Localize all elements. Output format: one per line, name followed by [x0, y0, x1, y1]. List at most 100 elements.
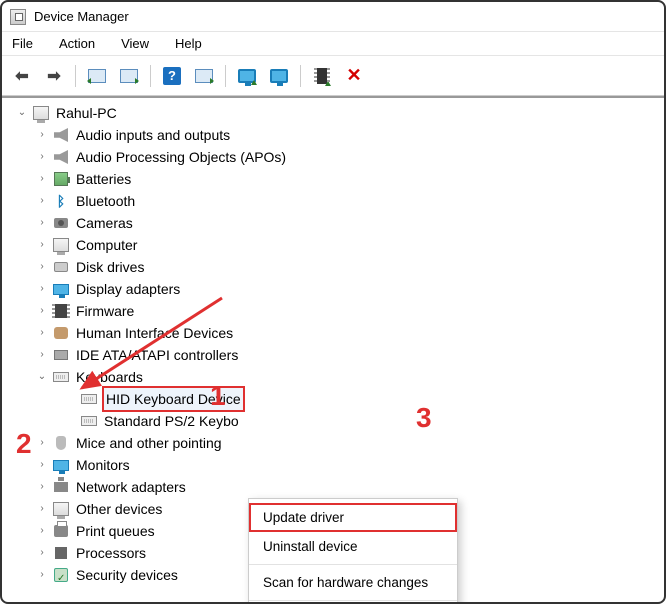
properties-icon: [195, 69, 213, 83]
camera-icon: [52, 215, 70, 231]
menu-action[interactable]: Action: [55, 34, 99, 53]
chevron-right-icon[interactable]: ›: [36, 432, 48, 454]
tree-item[interactable]: › IDE ATA/ATAPI controllers: [2, 344, 664, 366]
tree-item[interactable]: ›Audio inputs and outputs: [2, 124, 664, 146]
ctx-scan-hardware[interactable]: Scan for hardware changes: [249, 568, 457, 597]
display-icon: [52, 281, 70, 297]
device-manager-window: Device Manager File Action View Help ⬅ ➡…: [0, 0, 666, 604]
action-pane-icon: [120, 69, 138, 83]
tree-item[interactable]: › Batteries: [2, 168, 664, 190]
mouse-icon: [52, 435, 70, 451]
scan-hardware-button[interactable]: [265, 62, 293, 90]
tree-item-label: Bluetooth: [76, 190, 135, 212]
security-icon: [52, 567, 70, 583]
menu-help[interactable]: Help: [171, 34, 206, 53]
show-hide-action-button[interactable]: [115, 62, 143, 90]
tree-item-label: Batteries: [76, 168, 131, 190]
chevron-right-icon[interactable]: ›: [36, 322, 48, 344]
toolbar-separator: [300, 65, 301, 87]
tree-item[interactable]: ›Cameras: [2, 212, 664, 234]
tree-item[interactable]: ›Human Interface Devices: [2, 322, 664, 344]
tree-item[interactable]: › Display adapters: [2, 278, 664, 300]
show-hide-tree-button[interactable]: [83, 62, 111, 90]
chevron-right-icon[interactable]: ›: [36, 542, 48, 564]
chevron-down-icon[interactable]: ⌄: [16, 102, 28, 124]
context-menu: Update driver Uninstall device Scan for …: [248, 498, 458, 602]
tree-item[interactable]: ›ᛒBluetooth: [2, 190, 664, 212]
chevron-right-icon[interactable]: ›: [36, 212, 48, 234]
uninstall-button[interactable]: ✕: [340, 62, 368, 90]
chevron-down-icon[interactable]: ⌄: [36, 366, 48, 388]
hid-icon: [52, 325, 70, 341]
tree-item-label: Display adapters: [76, 278, 180, 300]
computer-icon: [32, 105, 50, 121]
chevron-right-icon[interactable]: ›: [36, 234, 48, 256]
tree-item[interactable]: ›Monitors: [2, 454, 664, 476]
ctx-uninstall-device[interactable]: Uninstall device: [249, 532, 457, 561]
chevron-right-icon[interactable]: ›: [36, 256, 48, 278]
processor-icon: [52, 545, 70, 561]
chevron-right-icon[interactable]: ›: [36, 476, 48, 498]
titlebar: Device Manager: [2, 2, 664, 32]
toolbar: ⬅ ➡ ? ✕: [2, 56, 664, 96]
chevron-right-icon[interactable]: ›: [36, 498, 48, 520]
tree-item-hid-keyboard[interactable]: HID Keyboard Device: [2, 388, 664, 410]
window-title: Device Manager: [34, 9, 129, 24]
help-button[interactable]: ?: [158, 62, 186, 90]
toolbar-separator: [75, 65, 76, 87]
ide-icon: [52, 347, 70, 363]
tree-pane-icon: [88, 69, 106, 83]
chevron-right-icon[interactable]: ›: [36, 344, 48, 366]
firmware-icon: [52, 303, 70, 319]
chevron-right-icon[interactable]: ›: [36, 300, 48, 322]
printer-icon: [52, 523, 70, 539]
tree-item[interactable]: › Firmware: [2, 300, 664, 322]
tree-item[interactable]: › Mice and other pointing: [2, 432, 664, 454]
tree-item[interactable]: › Audio Processing Objects (APOs): [2, 146, 664, 168]
tree-item[interactable]: ›Network adapters: [2, 476, 664, 498]
add-hardware-button[interactable]: [308, 62, 336, 90]
menu-view[interactable]: View: [117, 34, 153, 53]
tree-item-ps2-keyboard[interactable]: Standard PS/2 Keybo: [2, 410, 664, 432]
chevron-right-icon[interactable]: ›: [36, 146, 48, 168]
tree-root[interactable]: ⌄ Rahul-PC: [2, 102, 664, 124]
keyboard-icon: [52, 369, 70, 385]
context-separator: [249, 600, 457, 601]
tree-item-label: IDE ATA/ATAPI controllers: [76, 344, 238, 366]
menu-file[interactable]: File: [8, 34, 37, 53]
arrow-left-icon: ⬅: [15, 66, 28, 86]
tree-item-label: Firmware: [76, 300, 134, 322]
display-icon: [52, 457, 70, 473]
update-driver-button[interactable]: [233, 62, 261, 90]
disk-icon: [52, 259, 70, 275]
toolbar-separator: [225, 65, 226, 87]
tree-item-label: Security devices: [76, 564, 178, 586]
tree-item-label-selected: HID Keyboard Device: [104, 388, 243, 410]
chevron-right-icon[interactable]: ›: [36, 124, 48, 146]
tree-item-label: Processors: [76, 542, 146, 564]
back-button[interactable]: ⬅: [8, 62, 36, 90]
tree-item-label: Audio Processing Objects (APOs): [76, 146, 286, 168]
chevron-right-icon[interactable]: ›: [36, 564, 48, 586]
root-label: Rahul-PC: [56, 102, 117, 124]
arrow-right-icon: ➡: [47, 66, 60, 86]
monitor-update-icon: [238, 69, 256, 83]
tree-item-label: Mice and other pointing: [76, 432, 222, 454]
tree-item[interactable]: ›Disk drives: [2, 256, 664, 278]
chevron-right-icon[interactable]: ›: [36, 278, 48, 300]
tree-item[interactable]: › Computer: [2, 234, 664, 256]
tree-item-label: Computer: [76, 234, 137, 256]
tree-item-keyboards[interactable]: ⌄ Keyboards: [2, 366, 664, 388]
computer-icon: [52, 237, 70, 253]
chevron-right-icon[interactable]: ›: [36, 190, 48, 212]
tree-item-label: Keyboards: [76, 366, 143, 388]
ctx-update-driver[interactable]: Update driver: [249, 503, 457, 532]
properties-button[interactable]: [190, 62, 218, 90]
chevron-right-icon[interactable]: ›: [36, 520, 48, 542]
help-icon: ?: [163, 67, 181, 85]
context-separator: [249, 564, 457, 565]
chevron-right-icon[interactable]: ›: [36, 454, 48, 476]
forward-button[interactable]: ➡: [40, 62, 68, 90]
tree-item-label: Print queues: [76, 520, 155, 542]
chevron-right-icon[interactable]: ›: [36, 168, 48, 190]
